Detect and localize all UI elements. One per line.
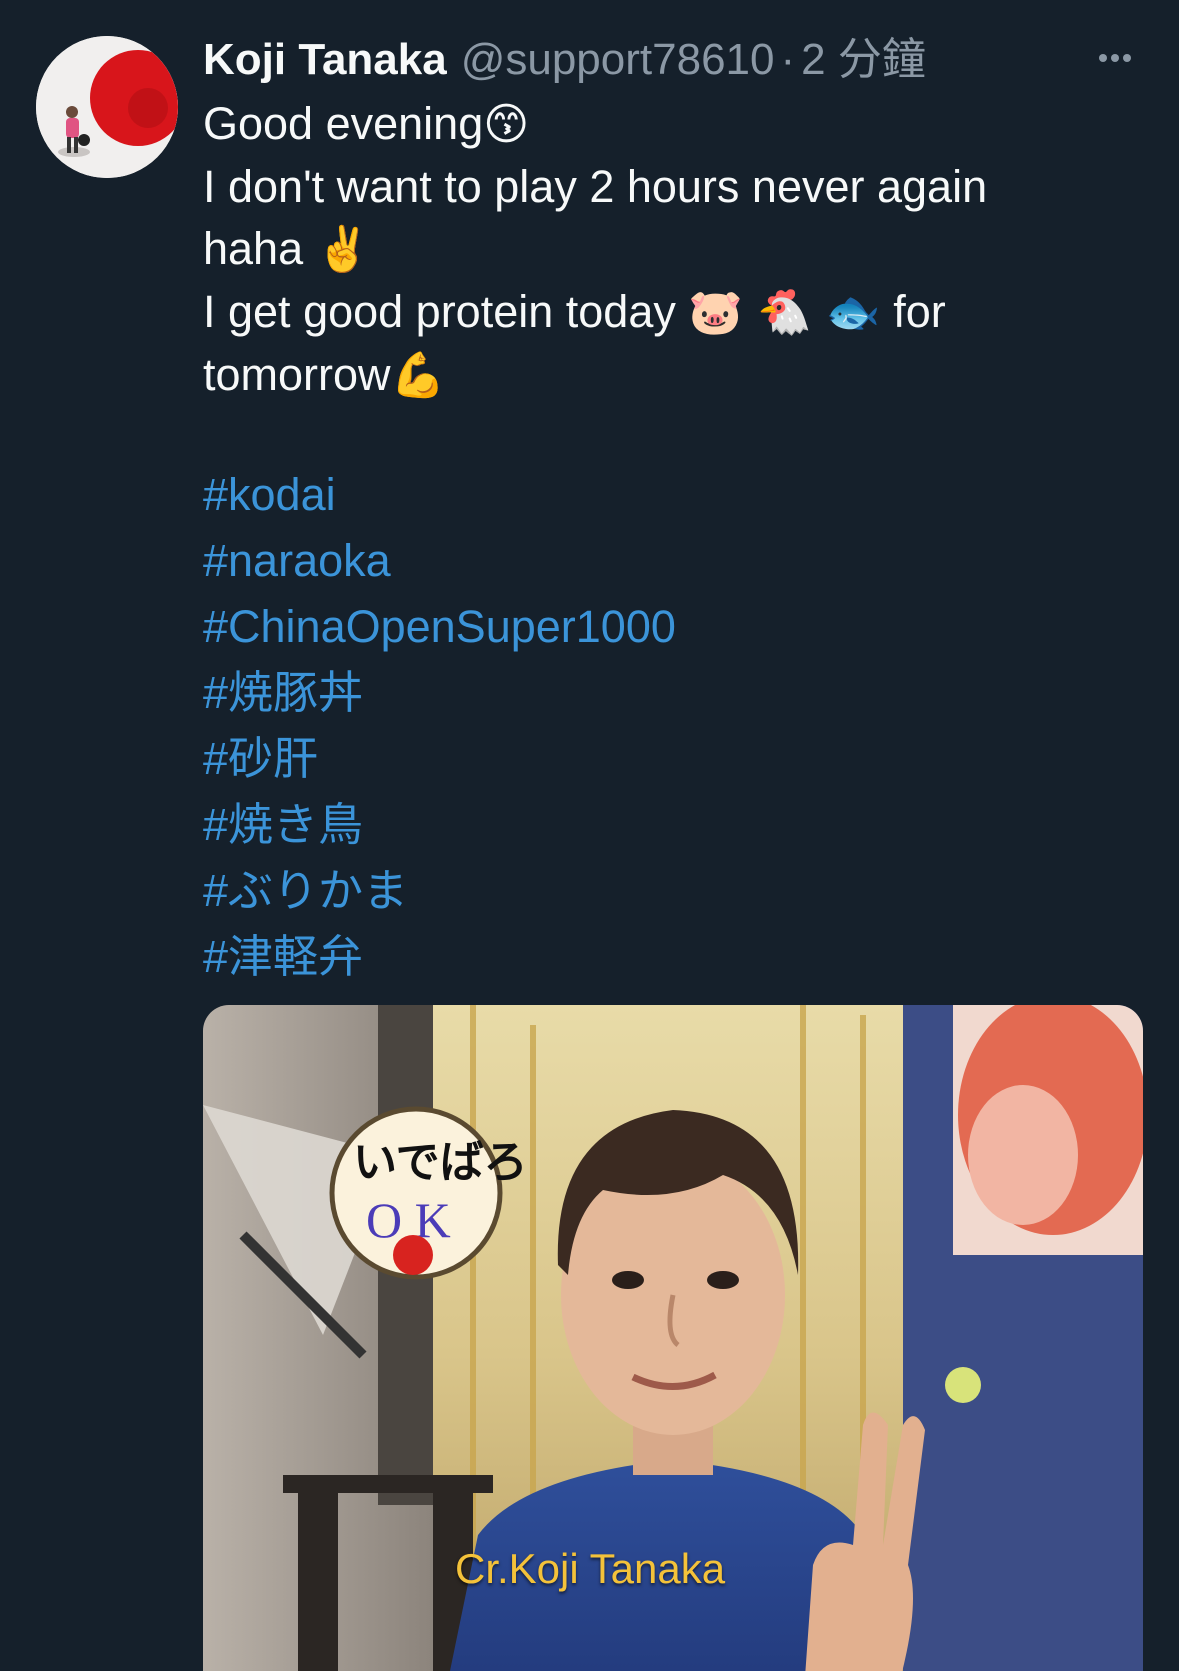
hashtag-link[interactable]: #ぶりかま	[203, 858, 676, 924]
tweet-header: Koji Tanaka @support78610 · 2 分鐘	[203, 30, 926, 90]
kissing-face-emoji: 😙	[483, 99, 530, 150]
separator-dot: ·	[780, 35, 796, 84]
display-name[interactable]: Koji Tanaka	[203, 30, 447, 90]
text-line: I get good protein today 🐷 🐔 🐟 for	[203, 281, 1103, 344]
hashtag-link[interactable]: #ChinaOpenSuper1000	[203, 594, 676, 660]
text-segment: I get good protein today	[203, 286, 689, 337]
hashtag-link[interactable]: #kodai	[203, 462, 676, 528]
tweet[interactable]: Koji Tanaka @support78610 · 2 分鐘 Good ev…	[0, 0, 1179, 1671]
text-line: I don't want to play 2 hours never again	[203, 156, 1103, 218]
hashtag-link[interactable]: #naraoka	[203, 528, 676, 594]
hashtag-link[interactable]: #焼豚丼	[203, 660, 676, 726]
avatar[interactable]	[36, 36, 178, 178]
user-handle[interactable]: @support78610	[461, 30, 775, 90]
text-line: haha ✌️	[203, 218, 1103, 281]
victory-hand-emoji: ✌️	[315, 224, 371, 275]
media-photo[interactable]: いでばろ O K Cr.Koji Tanaka	[203, 1005, 1143, 1671]
pig-chicken-fish-emoji: 🐷 🐔 🐟	[688, 287, 881, 338]
tweet-text: Good evening😙 I don't want to play 2 hou…	[203, 93, 1103, 407]
avatar-image	[36, 36, 178, 178]
more-horizontal-icon[interactable]	[1090, 30, 1140, 86]
text-line: tomorrow💪	[203, 344, 1103, 407]
text-segment: for	[880, 286, 946, 337]
text-segment: haha	[203, 223, 316, 274]
more-dot	[1099, 54, 1107, 62]
timestamp[interactable]: 2 分鐘	[801, 30, 926, 90]
sticker-top-text: いでばろ	[353, 1137, 528, 1188]
more-dot	[1123, 54, 1131, 62]
text-segment: tomorrow	[203, 349, 391, 400]
hashtag-link[interactable]: #津軽弁	[203, 924, 676, 990]
more-dot	[1111, 54, 1119, 62]
hashtag-link[interactable]: #砂肝	[203, 726, 676, 792]
flexed-biceps-emoji: 💪	[390, 350, 446, 401]
hashtag-list: #kodai #naraoka #ChinaOpenSuper1000 #焼豚丼…	[203, 462, 676, 990]
photo-caption: Cr.Koji Tanaka	[455, 1545, 726, 1592]
text-segment: I don't want to play 2 hours never again	[203, 161, 988, 212]
text-line: Good evening😙	[203, 93, 1103, 156]
text-segment: Good evening	[203, 98, 484, 149]
hashtag-link[interactable]: #焼き鳥	[203, 792, 676, 858]
